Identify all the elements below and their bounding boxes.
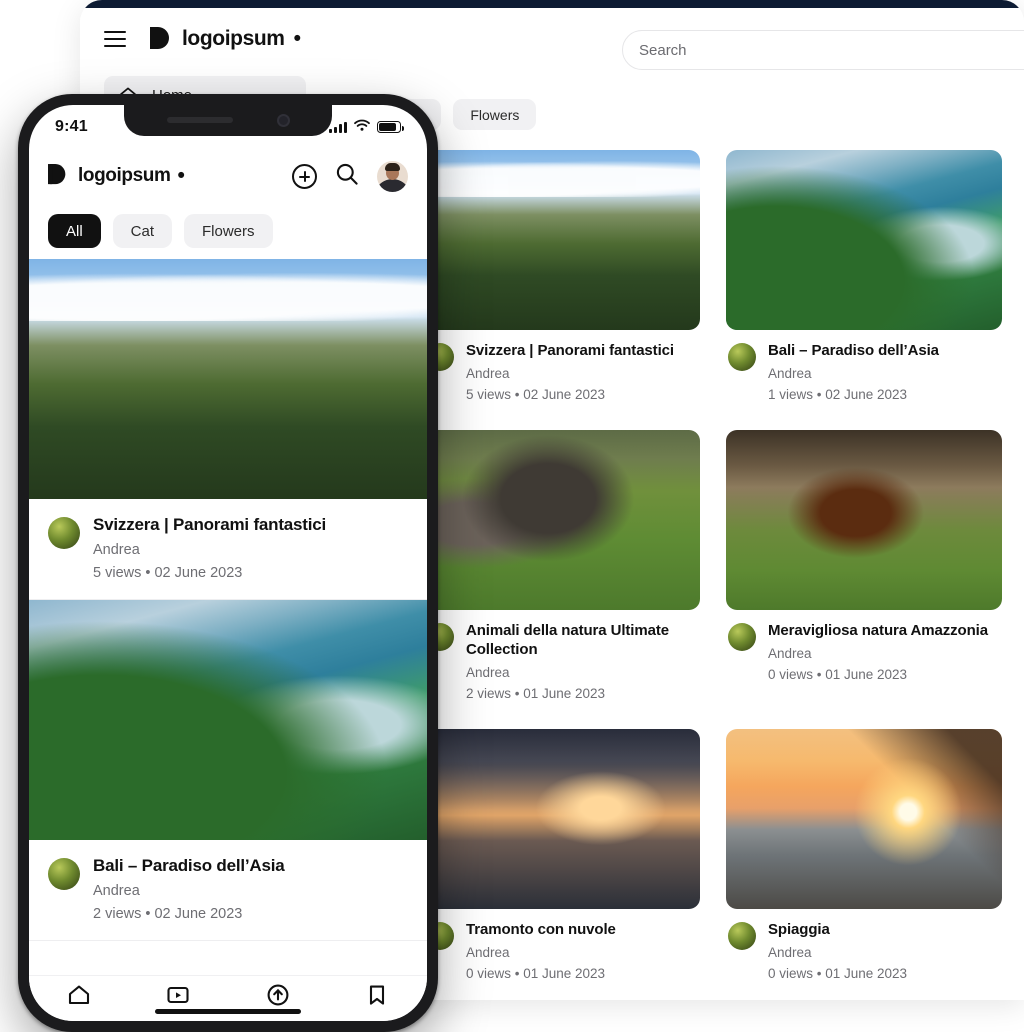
video-stats: 5 views • 02 June 2023 — [93, 565, 243, 581]
screenshot-stage: logoipsum • Home — [0, 0, 1024, 1032]
video-thumbnail[interactable] — [726, 150, 1002, 330]
video-meta: Bali – Paradiso dell’Asia Andrea 1 views… — [726, 330, 1002, 402]
status-time: 9:41 — [55, 118, 88, 135]
nav-bookmark-icon[interactable] — [364, 982, 390, 1008]
phone-bottom-nav — [29, 975, 427, 1021]
phone-app-header: logoipsum • — [29, 149, 427, 203]
video-meta: Meravigliosa natura Amazzonia Andrea 0 v… — [726, 610, 1002, 682]
window-top-strip — [80, 0, 1024, 8]
channel-avatar[interactable] — [48, 858, 80, 890]
video-author: Andrea — [466, 366, 510, 382]
video-card[interactable]: Meravigliosa natura Amazzonia Andrea 0 v… — [726, 430, 1002, 701]
video-thumbnail[interactable] — [726, 729, 1002, 910]
video-stats: 0 views • 01 June 2023 — [466, 966, 606, 982]
search-input[interactable] — [639, 41, 1024, 59]
video-thumbnail[interactable] — [424, 150, 700, 330]
video-meta: Tramonto con nuvole Andrea 0 views • 01 … — [424, 909, 700, 981]
video-title[interactable]: Animali della natura Ultimate Collection — [466, 621, 698, 659]
video-title[interactable]: Meravigliosa natura Amazzonia — [768, 621, 988, 640]
video-card[interactable]: Animali della natura Ultimate Collection… — [424, 430, 700, 701]
video-title[interactable]: Bali – Paradiso dell’Asia — [768, 341, 939, 360]
desktop-header: logoipsum • — [80, 8, 1024, 70]
brand-dot: • — [177, 164, 185, 187]
video-author: Andrea — [768, 945, 812, 961]
signal-bars-icon — [329, 121, 347, 133]
video-meta: Svizzera | Panorami fantastici Andrea 5 … — [424, 330, 700, 402]
phone-chip-cat[interactable]: Cat — [112, 214, 173, 248]
video-title[interactable]: Svizzera | Panorami fantastici — [466, 341, 674, 360]
phone-video-feed[interactable]: Svizzera | Panorami fantastici Andrea 5 … — [29, 259, 427, 975]
video-author: Andrea — [93, 542, 140, 558]
profile-avatar[interactable] — [377, 160, 408, 192]
video-author: Andrea — [466, 665, 510, 681]
desktop-search-bar[interactable] — [622, 30, 1024, 70]
nav-library-icon[interactable] — [165, 982, 191, 1008]
channel-avatar[interactable] — [48, 517, 80, 549]
phone-chip-all[interactable]: All — [48, 214, 101, 248]
video-thumbnail[interactable] — [424, 430, 700, 611]
video-card[interactable]: Tramonto con nuvole Andrea 0 views • 01 … — [424, 729, 700, 981]
video-title[interactable]: Spiaggia — [768, 920, 907, 939]
earpiece-speaker — [166, 117, 233, 123]
video-title[interactable]: Bali – Paradiso dell’Asia — [93, 856, 285, 876]
video-stats: 0 views • 01 June 2023 — [768, 667, 908, 683]
wifi-icon — [354, 118, 370, 136]
search-icon[interactable] — [335, 162, 359, 191]
phone-mockup: 9:41 logoipsum • All Cat Flowers Svizzer… — [18, 94, 438, 1032]
video-card[interactable]: Svizzera | Panorami fantastici Andrea 5 … — [424, 150, 700, 402]
desktop-video-grid: Svizzera | Panorami fantastici Andrea 5 … — [424, 150, 1024, 981]
channel-avatar[interactable] — [728, 343, 756, 371]
video-title[interactable]: Tramonto con nuvole — [466, 920, 616, 939]
video-thumbnail[interactable] — [29, 259, 427, 499]
plus-circle-icon[interactable] — [292, 163, 317, 189]
video-author: Andrea — [768, 366, 812, 382]
brand-dot: • — [293, 27, 301, 50]
video-author: Andrea — [466, 945, 510, 961]
video-author: Andrea — [768, 646, 812, 662]
phone-chip-flowers[interactable]: Flowers — [184, 214, 273, 248]
video-stats: 2 views • 02 June 2023 — [93, 906, 243, 922]
front-camera-icon — [276, 113, 290, 127]
home-indicator — [155, 1009, 301, 1014]
video-title[interactable]: Svizzera | Panorami fantastici — [93, 515, 326, 535]
video-stats: 5 views • 02 June 2023 — [466, 387, 606, 403]
desktop-brand-logo[interactable]: logoipsum • — [150, 26, 301, 52]
desktop-chip-flowers[interactable]: Flowers — [453, 99, 537, 130]
phone-brand-logo[interactable]: logoipsum • — [48, 163, 185, 189]
video-meta: Spiaggia Andrea 0 views • 01 June 2023 — [726, 909, 1002, 981]
video-thumbnail[interactable] — [424, 729, 700, 910]
phone-header-actions — [292, 160, 408, 192]
feed-video-card[interactable]: Bali – Paradiso dell’Asia Andrea 2 views… — [29, 600, 427, 941]
feed-video-card[interactable]: Svizzera | Panorami fantastici Andrea 5 … — [29, 259, 427, 600]
channel-avatar[interactable] — [728, 922, 756, 951]
status-indicators — [329, 118, 404, 136]
video-meta: Svizzera | Panorami fantastici Andrea 5 … — [29, 499, 427, 599]
hamburger-icon[interactable] — [104, 31, 126, 47]
logoipsum-mark-icon — [150, 26, 173, 52]
video-stats: 2 views • 01 June 2023 — [466, 686, 606, 702]
video-thumbnail[interactable] — [726, 430, 1002, 611]
video-meta: Animali della natura Ultimate Collection… — [424, 610, 700, 701]
video-card[interactable]: Bali – Paradiso dell’Asia Andrea 1 views… — [726, 150, 1002, 402]
video-meta: Bali – Paradiso dell’Asia Andrea 2 views… — [29, 840, 427, 940]
video-thumbnail[interactable] — [29, 600, 427, 840]
phone-notch — [124, 105, 332, 136]
nav-home-icon[interactable] — [66, 982, 92, 1008]
video-stats: 0 views • 01 June 2023 — [768, 966, 908, 982]
video-author: Andrea — [93, 883, 140, 899]
video-stats: 1 views • 02 June 2023 — [768, 387, 908, 403]
brand-name: logoipsum — [182, 27, 285, 50]
channel-avatar[interactable] — [728, 623, 756, 652]
phone-filter-chips: All Cat Flowers — [29, 203, 427, 259]
phone-screen: 9:41 logoipsum • All Cat Flowers Svizzer… — [29, 105, 427, 1021]
brand-name: logoipsum — [78, 165, 171, 186]
video-card[interactable]: Spiaggia Andrea 0 views • 01 June 2023 — [726, 729, 1002, 981]
battery-full-icon — [377, 121, 404, 133]
nav-upload-circle-icon[interactable] — [265, 982, 291, 1008]
logoipsum-mark-icon — [48, 163, 71, 189]
